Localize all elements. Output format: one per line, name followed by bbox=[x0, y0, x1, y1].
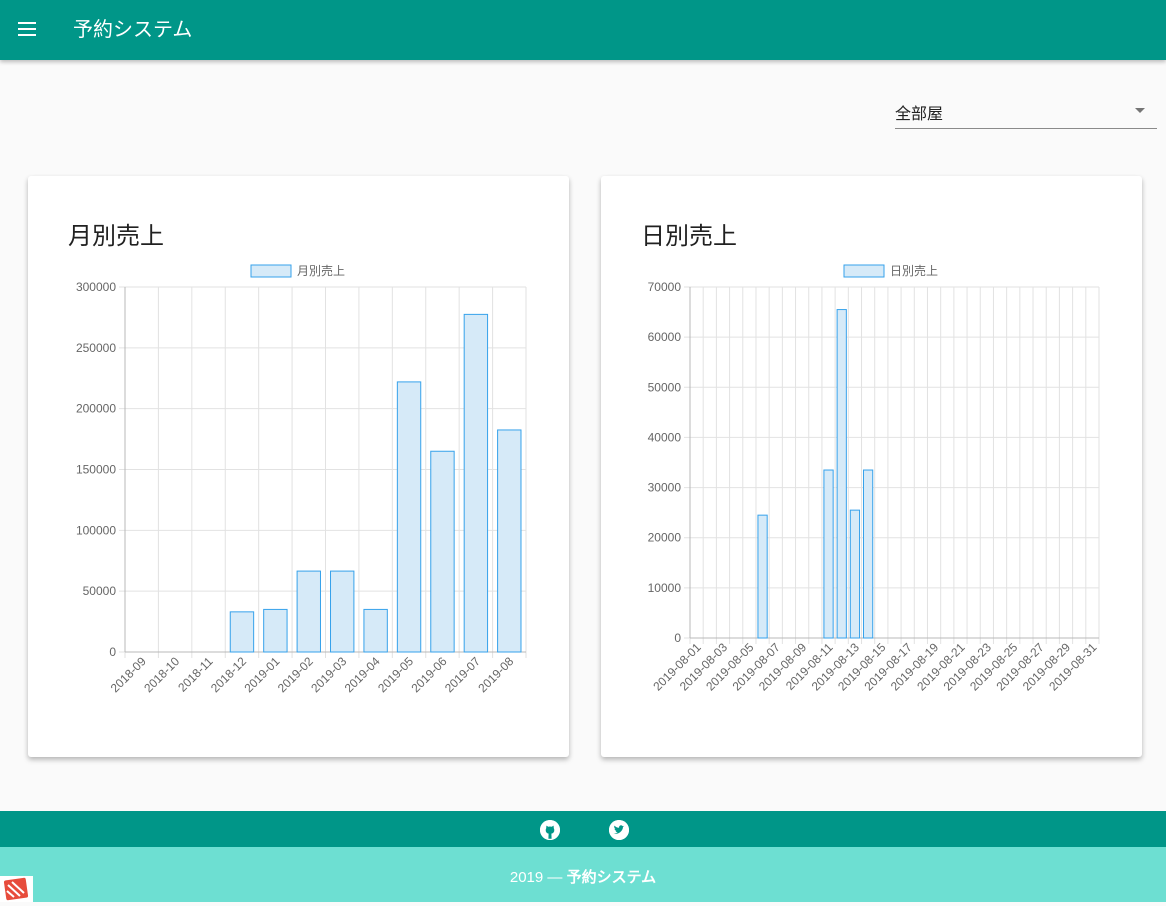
bar bbox=[430, 450, 455, 653]
menu-icon[interactable] bbox=[14, 16, 42, 44]
legend-swatch bbox=[250, 264, 292, 278]
footer-year: 2019 bbox=[509, 869, 544, 886]
chevron-down-icon bbox=[1135, 108, 1145, 113]
bar bbox=[263, 608, 288, 653]
y-tick-label: 250000 bbox=[76, 341, 116, 355]
x-tick-label: 2019-01 bbox=[241, 654, 282, 695]
x-tick-label: 2019-07 bbox=[442, 654, 483, 695]
x-tick-label: 2018-11 bbox=[175, 654, 216, 695]
x-tick-label: 2019-04 bbox=[342, 654, 383, 695]
bar bbox=[823, 469, 834, 639]
bar bbox=[757, 514, 768, 639]
y-tick-label: 300000 bbox=[76, 280, 116, 294]
twitter-icon[interactable] bbox=[609, 820, 629, 840]
bar bbox=[296, 570, 321, 653]
footer-links-bar bbox=[0, 811, 1166, 847]
y-tick-label: 150000 bbox=[76, 463, 116, 477]
bar bbox=[497, 429, 522, 653]
y-tick-label: 20000 bbox=[648, 531, 682, 545]
y-tick-label: 100000 bbox=[76, 523, 116, 537]
x-tick-label: 2018-10 bbox=[141, 654, 182, 695]
legend-label: 月別売上 bbox=[297, 263, 345, 278]
footer-dash: — bbox=[547, 869, 563, 886]
y-tick-label: 60000 bbox=[648, 330, 682, 344]
footer: 2019 — 予約システム bbox=[0, 847, 1166, 902]
footer-title: 予約システム bbox=[566, 869, 657, 886]
bar bbox=[396, 381, 422, 653]
legend-swatch bbox=[843, 264, 885, 278]
x-tick-label: 2019-08 bbox=[475, 654, 516, 695]
y-tick-label: 70000 bbox=[648, 280, 682, 294]
y-tick-label: 200000 bbox=[76, 402, 116, 416]
monthly-sales-chart: 月別売上 0 50000 100000 150000 200000 250000 300000… bbox=[76, 263, 527, 695]
daily-sales-card: 日別売上 日別売上 0 10000 20000 30000 40000 50000 60000… bbox=[601, 176, 1142, 757]
bar bbox=[836, 309, 847, 639]
app-bar: 予約システム bbox=[0, 0, 1166, 60]
x-tick-label: 2018-09 bbox=[108, 654, 149, 695]
github-icon[interactable] bbox=[540, 820, 560, 840]
y-tick-label: 0 bbox=[109, 645, 116, 659]
room-select-value: 全部屋 bbox=[895, 104, 944, 123]
bar bbox=[849, 509, 861, 639]
y-tick-label: 10000 bbox=[648, 581, 682, 595]
y-tick-label: 0 bbox=[674, 631, 681, 645]
x-tick-label: 2019-03 bbox=[308, 654, 349, 695]
room-select[interactable]: 全部屋 bbox=[895, 95, 1157, 129]
x-tick-label: 2019-05 bbox=[375, 654, 416, 695]
bar bbox=[363, 608, 388, 653]
bar bbox=[330, 570, 355, 653]
monthly-sales-card: 月別売上 月別売上 0 50000 100000 150000 200000 250000 3… bbox=[28, 176, 569, 757]
y-tick-label: 40000 bbox=[648, 430, 682, 444]
legend-label: 日別売上 bbox=[890, 263, 938, 278]
app-badge-icon[interactable] bbox=[0, 876, 33, 902]
y-tick-label: 50000 bbox=[648, 380, 682, 394]
daily-sales-chart: 日別売上 0 10000 20000 30000 40000 50000 60000 70000… bbox=[648, 263, 1100, 694]
x-tick-label: 2018-12 bbox=[208, 654, 249, 695]
bar bbox=[862, 469, 874, 639]
bar bbox=[463, 313, 489, 653]
y-tick-label: 30000 bbox=[648, 481, 682, 495]
footer-copyright: 2019 — 予約システム bbox=[0, 866, 1166, 887]
x-tick-label: 2019-06 bbox=[409, 654, 450, 695]
y-tick-label: 50000 bbox=[83, 584, 117, 598]
app-title: 予約システム bbox=[73, 17, 193, 41]
x-tick-label: 2019-02 bbox=[275, 654, 316, 695]
bar bbox=[229, 611, 255, 653]
